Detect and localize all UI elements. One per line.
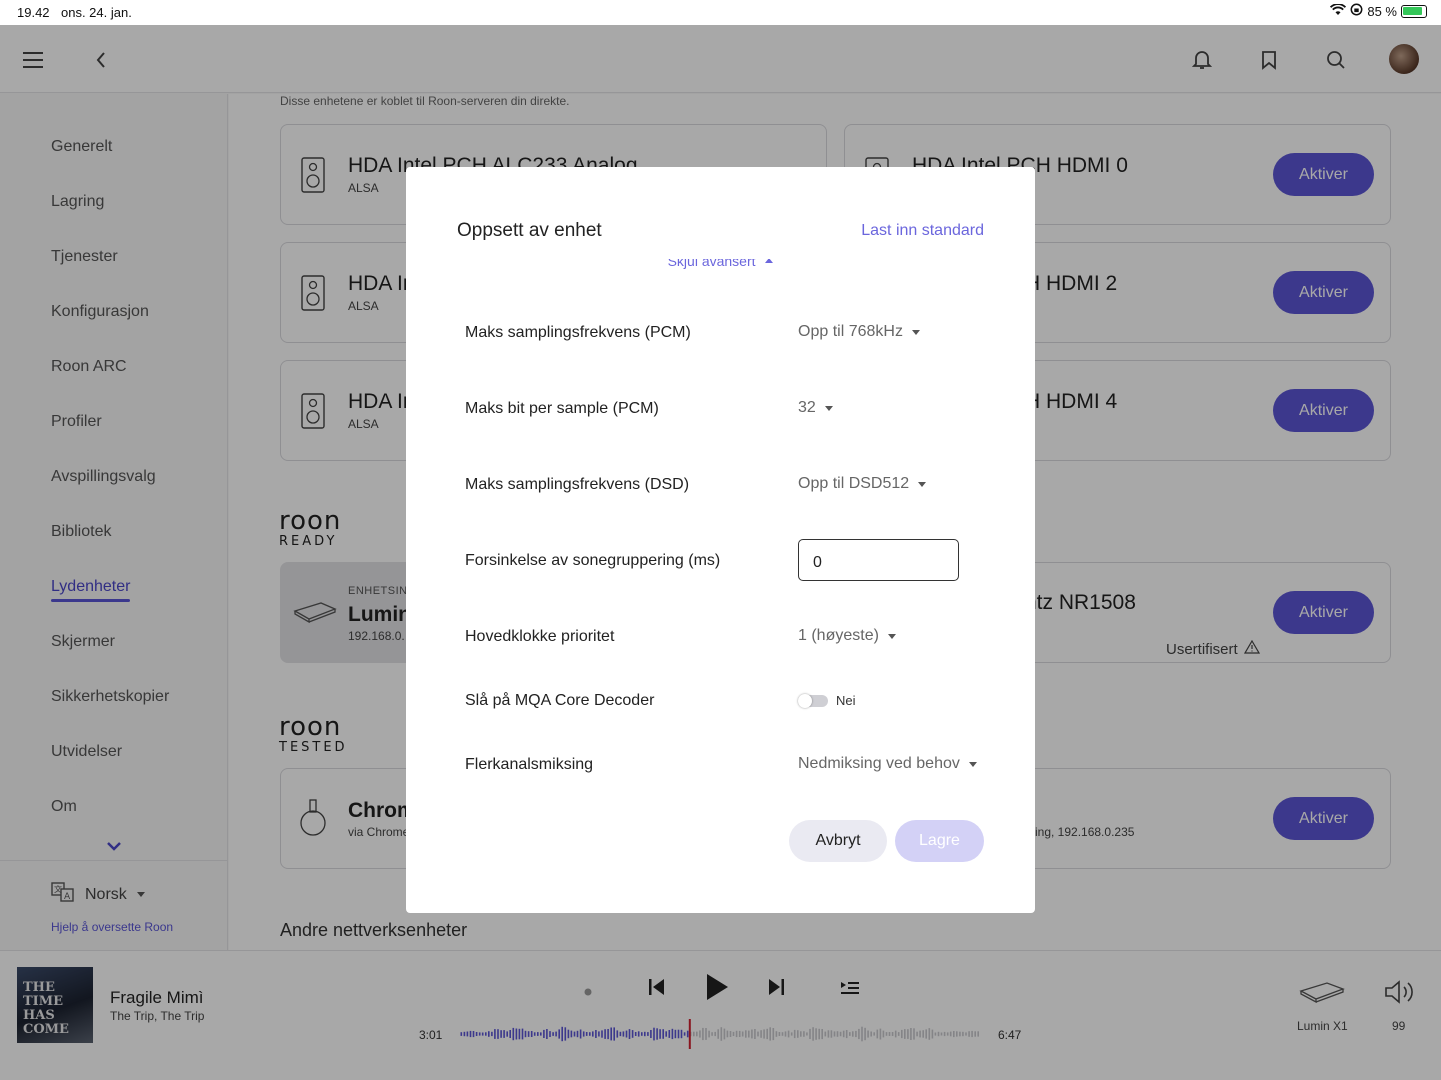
caret-down-icon (911, 329, 920, 335)
multichannel-dropdown[interactable]: Nedmiksing ved behov (798, 755, 977, 773)
status-date: ons. 24. jan. (61, 5, 132, 20)
mqa-decoder-state: Nei (836, 693, 856, 708)
orientation-lock-icon (1350, 3, 1363, 19)
max-rate-pcm-label: Maks samplingsfrekvens (PCM) (465, 324, 691, 341)
save-button[interactable]: Lagre (895, 820, 984, 862)
mqa-decoder-toggle[interactable] (798, 694, 828, 708)
device-setup-dialog: Oppsett av enhet Last inn standard Skjul… (406, 167, 1035, 913)
max-rate-pcm-dropdown[interactable]: Opp til 768kHz (798, 323, 920, 341)
max-rate-dsd-dropdown[interactable]: Opp til DSD512 (798, 475, 927, 493)
caret-down-icon (918, 481, 927, 487)
caret-down-icon (824, 405, 833, 411)
clock-priority-value: 1 (høyeste) (798, 627, 879, 644)
dialog-title: Oppsett av enhet (457, 220, 602, 241)
zone-delay-label: Forsinkelse av sonegruppering (ms) (465, 552, 721, 569)
battery-percent: 85 % (1367, 3, 1397, 19)
load-defaults-link[interactable]: Last inn standard (861, 222, 984, 240)
max-rate-dsd-value: Opp til DSD512 (798, 475, 910, 492)
clock-priority-dropdown[interactable]: 1 (høyeste) (798, 627, 896, 645)
status-icons: 85 % (1330, 2, 1427, 19)
caret-up-icon (765, 259, 774, 263)
max-bits-pcm-value: 32 (798, 399, 816, 416)
hide-advanced-toggle[interactable]: Skjul avansert (406, 259, 1035, 275)
caret-down-icon (887, 633, 896, 639)
mqa-decoder-label: Slå på MQA Core Decoder (465, 692, 655, 709)
hide-advanced-label: Skjul avansert (667, 259, 756, 269)
caret-down-icon (968, 761, 977, 767)
cancel-button[interactable]: Avbryt (789, 820, 887, 862)
clock-priority-label: Hovedklokke prioritet (465, 628, 615, 645)
max-bits-pcm-label: Maks bit per sample (PCM) (465, 400, 659, 417)
multichannel-label: Flerkanalsmiksing (465, 756, 594, 773)
wifi-icon (1330, 2, 1347, 19)
status-time: 19.42 (17, 5, 50, 20)
max-bits-pcm-dropdown[interactable]: 32 (798, 399, 833, 417)
max-rate-pcm-value: Opp til 768kHz (798, 323, 903, 340)
status-bar: 19.42 ons. 24. jan. 85 % (0, 0, 1441, 25)
battery-icon (1401, 4, 1427, 18)
multichannel-value: Nedmiksing ved behov (798, 755, 960, 772)
zone-delay-input[interactable]: 0 (798, 539, 959, 581)
max-rate-dsd-label: Maks samplingsfrekvens (DSD) (465, 476, 690, 493)
